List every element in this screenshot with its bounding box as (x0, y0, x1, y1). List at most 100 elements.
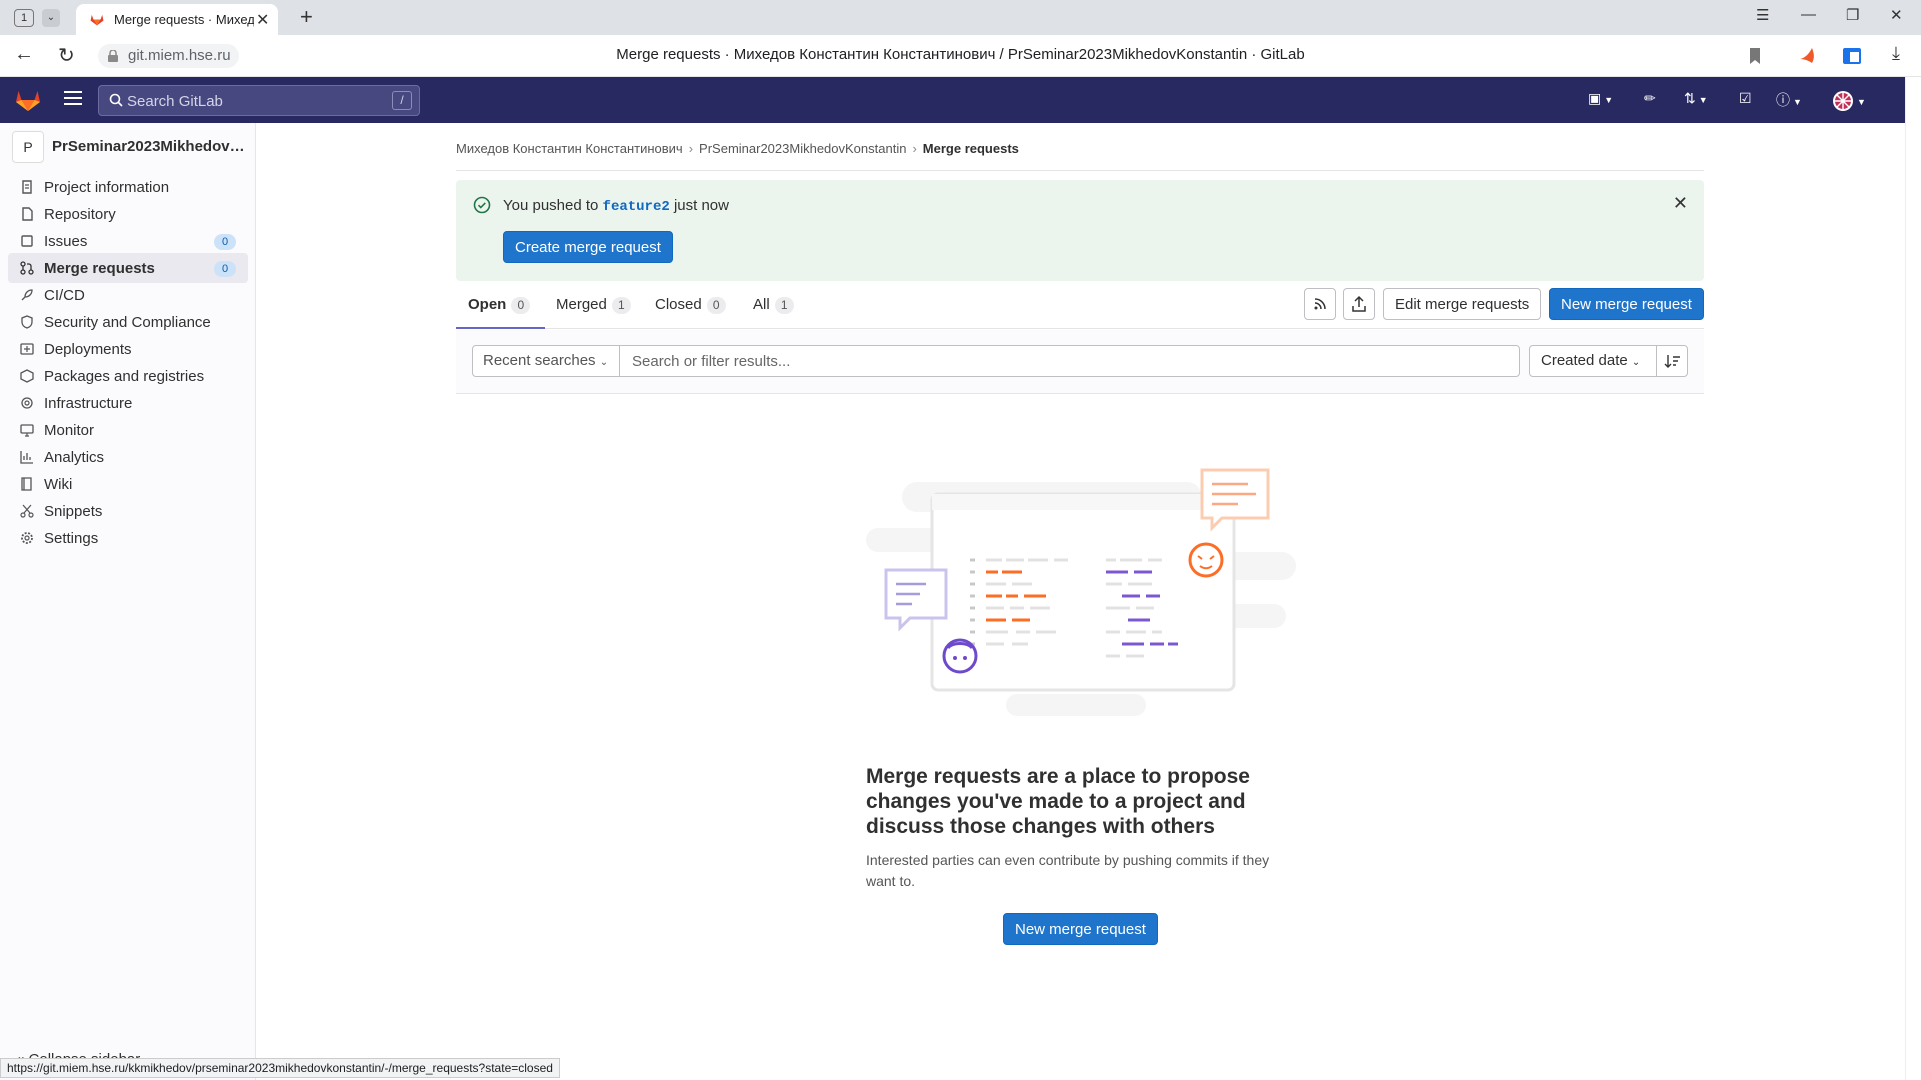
tab-count-button[interactable]: 1 (14, 9, 34, 27)
sidebar-item-infrastructure[interactable]: Infrastructure (8, 388, 248, 418)
tab-open[interactable]: Open 0 (456, 288, 545, 329)
sidebar-item-label: Issues (44, 233, 88, 250)
export-button[interactable] (1343, 288, 1375, 320)
sidebar-item-snippets[interactable]: Snippets (8, 496, 248, 526)
user-avatar[interactable]: ▼ (1832, 90, 1866, 112)
restore-icon[interactable]: ❐ (1846, 6, 1859, 24)
sidebar-item-packages[interactable]: Packages and registries (8, 361, 248, 391)
sidebar-item-wiki[interactable]: Wiki (8, 469, 248, 499)
recent-searches-dropdown[interactable]: Recent searches ⌄ (472, 345, 620, 377)
tab-count: 1 (774, 297, 794, 314)
create-new-icon[interactable]: ▣ ▼ (1588, 90, 1613, 107)
extension-icon[interactable] (1797, 45, 1819, 67)
main-menu-icon[interactable] (64, 91, 82, 109)
sidebar-item-merge-requests[interactable]: Merge requests 0 (8, 253, 248, 283)
translate-icon[interactable] (1841, 45, 1863, 67)
tab-all[interactable]: All 1 (753, 288, 794, 329)
merge-requests-header-icon[interactable]: ⇅ ▼ (1684, 90, 1708, 107)
sidebar-item-label: Repository (44, 206, 116, 223)
browser-tab[interactable]: Merge requests · Михедов Константин Конс… (76, 4, 278, 35)
tab-label: Open (468, 296, 507, 313)
bookmark-icon[interactable] (1744, 45, 1766, 67)
upload-icon (1352, 295, 1366, 312)
branch-name[interactable]: feature2 (603, 199, 670, 215)
sort-direction-button[interactable] (1656, 345, 1688, 377)
sort-lowest-icon (1664, 355, 1680, 368)
tab-closed[interactable]: Closed 0 (655, 288, 726, 329)
page-scrollbar[interactable] (1905, 77, 1921, 1080)
edit-merge-requests-button[interactable]: Edit merge requests (1383, 288, 1542, 320)
deployments-icon (20, 343, 34, 355)
merge-request-icon (20, 261, 34, 275)
rss-feed-button[interactable] (1304, 288, 1336, 320)
breadcrumb-current[interactable]: Merge requests (923, 141, 1019, 156)
issues-icon (21, 235, 33, 247)
issues-header-icon[interactable]: ✏ (1644, 90, 1656, 107)
sidebar-item-label: Merge requests (44, 260, 155, 277)
sidebar-item-repository[interactable]: Repository (8, 199, 248, 229)
empty-state-title: Merge requests are a place to propose ch… (866, 765, 1250, 838)
minimize-icon[interactable]: — (1801, 6, 1816, 23)
doc-icon (22, 207, 33, 221)
sidebar-item-label: Packages and registries (44, 368, 205, 385)
sidebar-item-deployments[interactable]: Deployments (8, 334, 248, 364)
issues-count-badge: 0 (214, 234, 236, 250)
check-circle-icon (473, 196, 491, 214)
search-icon (109, 93, 123, 107)
breadcrumb-chevron-icon: › (912, 141, 917, 156)
sidebar-item-monitor[interactable]: Monitor (8, 415, 248, 445)
close-icon[interactable]: ✕ (1673, 193, 1688, 214)
tab-merged[interactable]: Merged 1 (556, 288, 631, 329)
project-header[interactable]: P PrSeminar2023MikhedovKonstantin (12, 131, 252, 163)
tab-count: 0 (511, 297, 531, 314)
window-close-icon[interactable]: ✕ (1890, 6, 1903, 24)
merge-requests-count-badge: 0 (214, 261, 236, 277)
chevron-down-icon: ⌄ (1631, 357, 1641, 368)
sidebar-item-label: Snippets (44, 503, 103, 520)
gitlab-logo-icon[interactable] (15, 87, 41, 113)
alert-prefix: You pushed to (503, 197, 599, 214)
sidebar-item-security[interactable]: Security and Compliance (8, 307, 248, 337)
breadcrumb-owner[interactable]: Михедов Константин Константинович (456, 141, 683, 156)
breadcrumb-divider (456, 170, 1704, 171)
tab-count: 1 (611, 297, 631, 314)
filter-search-input[interactable] (619, 345, 1520, 377)
sidebar-item-ci-cd[interactable]: CI/CD (8, 280, 248, 310)
project-avatar: P (12, 131, 44, 163)
sidebar-item-project-information[interactable]: Project information (8, 172, 248, 202)
search-input[interactable] (127, 91, 367, 111)
sidebar-item-label: Project information (44, 179, 170, 196)
todo-icon[interactable]: ☑ (1739, 90, 1752, 107)
help-icon[interactable]: ⓘ ▼ (1776, 90, 1802, 110)
alert-suffix: just now (673, 197, 729, 214)
sidebar-item-settings[interactable]: Settings (8, 523, 248, 553)
tab-list-chevron-icon[interactable]: ⌄ (42, 9, 60, 27)
push-alert: You pushed to feature2 just now ✕ Create… (456, 180, 1704, 281)
browser-menu-icon[interactable]: ☰ (1756, 6, 1769, 24)
sort-dropdown[interactable]: Created date ⌄ (1529, 345, 1657, 377)
rocket-icon (21, 289, 33, 301)
download-icon[interactable]: ⤓ (1892, 43, 1900, 64)
create-merge-request-button[interactable]: Create merge request (503, 231, 673, 263)
sidebar-item-label: Monitor (44, 422, 95, 439)
page-title: Merge requests · Михедов Константин Конс… (616, 46, 1305, 63)
sidebar-item-analytics[interactable]: Analytics (8, 442, 248, 472)
gitlab-top-bar: / ▣▼ ✏ ⇅▼ ☑ ⓘ▼ ▼ (0, 77, 1905, 123)
monitor-icon (20, 424, 34, 437)
sidebar-item-label: Wiki (44, 476, 73, 493)
browser-tab-bar: 1 ⌄ Merge requests · Михедов Константин … (0, 0, 1921, 35)
gitlab-favicon-icon (90, 14, 104, 26)
new-tab-plus-icon[interactable]: + (300, 4, 313, 30)
breadcrumb: Михедов Константин Константинович › PrSemi… (456, 141, 1019, 156)
new-merge-request-button[interactable]: New merge request (1549, 288, 1704, 320)
tab-label: All (753, 296, 770, 313)
chevron-down-icon: ⌄ (599, 357, 609, 368)
empty-new-merge-request-button[interactable]: New merge request (1003, 913, 1158, 945)
address-bar: ← ↻ git.miem.hse.ru Merge requests · Мих… (0, 35, 1921, 77)
tab-close-icon[interactable]: ✕ (256, 10, 269, 30)
gitlab-search[interactable]: / (98, 85, 420, 116)
sidebar-item-issues[interactable]: Issues 0 (8, 226, 248, 256)
tab-label: Closed (655, 296, 702, 313)
breadcrumb-project[interactable]: PrSeminar2023MikhedovKonstantin (699, 141, 906, 156)
tab-label: Merged (556, 296, 607, 313)
